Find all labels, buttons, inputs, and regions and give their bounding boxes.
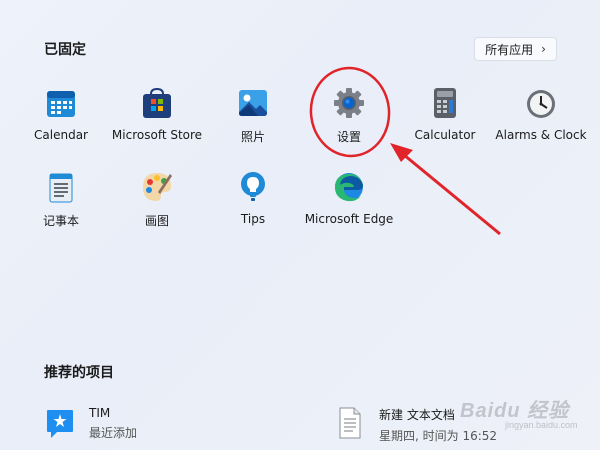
app-label: Tips (240, 212, 266, 226)
pinned-app-calculator[interactable]: Calculator (397, 86, 493, 156)
pinned-app-tips[interactable]: Tips (205, 170, 301, 240)
app-label: 画图 (144, 214, 169, 228)
app-label: Microsoft Edge (304, 212, 394, 226)
app-label: Calendar (34, 128, 88, 142)
chevron-right-icon: › (541, 42, 546, 56)
pinned-app-paint[interactable]: 画图 (109, 170, 205, 240)
pinned-app-photos[interactable]: 照片 (205, 86, 301, 156)
all-apps-label: 所有应用 (485, 42, 534, 57)
recommended-section-title: 推荐的项目 (44, 365, 114, 381)
calculator-icon (434, 88, 456, 118)
all-apps-button[interactable]: 所有应用 › (474, 37, 557, 61)
app-label: 设置 (336, 130, 361, 144)
text-document-icon (339, 407, 361, 439)
recommended-item-tim[interactable]: TIM 最近添加 (45, 406, 137, 441)
baidu-watermark-url: jingyan.baidu.com (505, 420, 578, 430)
lightbulb-icon (241, 172, 265, 201)
photos-icon (239, 90, 267, 116)
paint-icon (143, 173, 172, 201)
app-label: Calculator (414, 128, 476, 142)
calendar-icon (47, 91, 75, 117)
app-label: 照片 (240, 130, 265, 144)
pinned-section-title: 已固定 (44, 42, 86, 58)
settings-gear-icon (334, 88, 364, 118)
store-icon (143, 87, 171, 118)
recommended-item-subtitle: 最近添加 (89, 426, 138, 440)
pinned-app-calendar[interactable]: Calendar (13, 86, 109, 156)
tim-icon (47, 410, 73, 438)
app-label: 记事本 (42, 214, 79, 228)
pinned-app-notepad[interactable]: 记事本 (13, 170, 109, 240)
pinned-app-microsoft-edge[interactable]: Microsoft Edge (301, 170, 397, 240)
recommended-item-subtitle: 星期四, 时间为 16:52 (379, 429, 498, 443)
app-label: Microsoft Store (111, 128, 203, 142)
recommended-item-name: TIM (89, 406, 111, 420)
pinned-app-settings[interactable]: 设置 (301, 86, 397, 156)
pinned-app-alarms-clock[interactable]: Alarms & Clock (493, 86, 589, 156)
app-label: Alarms & Clock (495, 128, 587, 142)
notepad-icon (49, 173, 73, 203)
edge-icon (335, 173, 363, 202)
baidu-watermark: Baidu 经验 (460, 400, 570, 422)
pinned-app-microsoft-store[interactable]: Microsoft Store (109, 86, 205, 156)
annotation-arrow-shaft (397, 148, 501, 236)
clock-icon (527, 90, 555, 118)
